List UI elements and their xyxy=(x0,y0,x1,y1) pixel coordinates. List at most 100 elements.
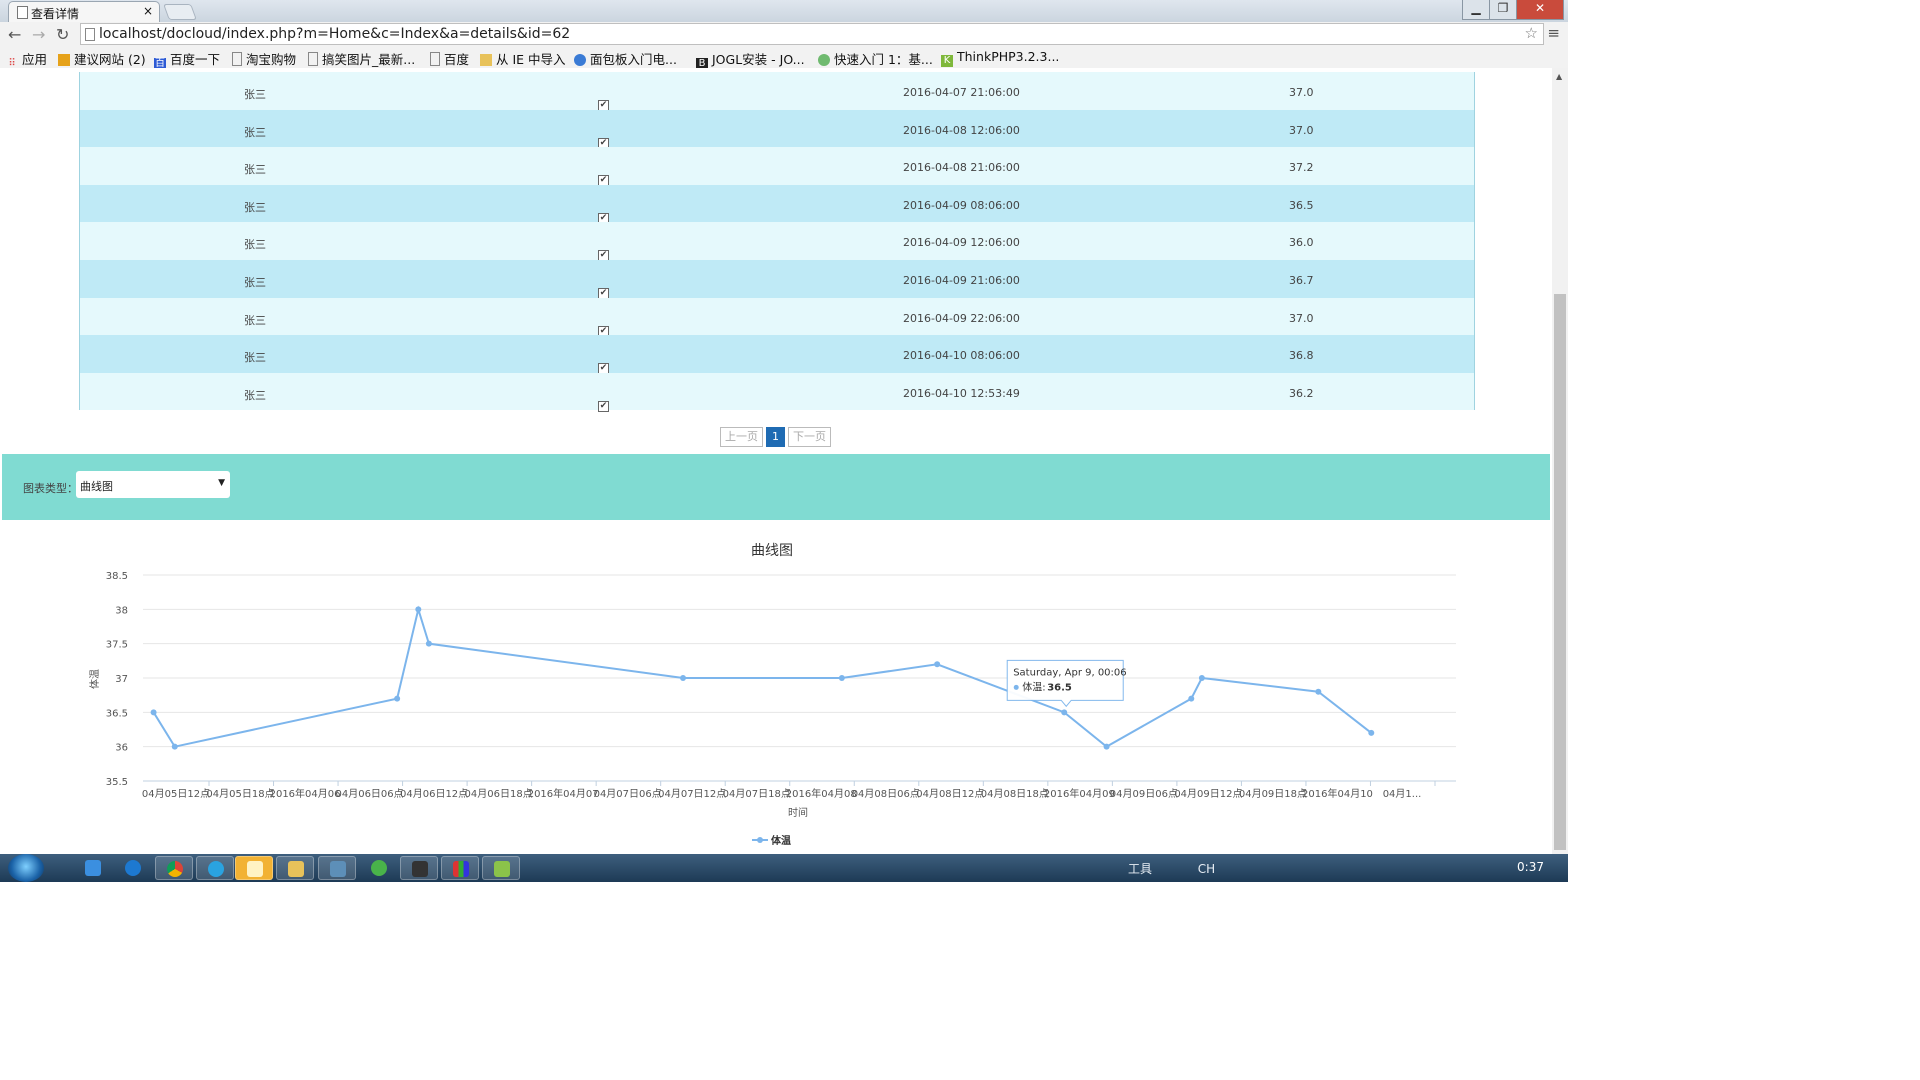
taskbar-app[interactable] xyxy=(441,856,479,880)
taskbar-app[interactable] xyxy=(235,856,273,880)
data-point xyxy=(415,606,422,613)
x-tick-label: 2016年04月10 xyxy=(1302,787,1373,800)
x-tick-label: 04月09日12点 xyxy=(1174,788,1242,800)
bookmark-item[interactable]: B JOGL安装 - JO... xyxy=(696,49,805,70)
taskbar-explorer[interactable] xyxy=(276,856,314,880)
tooltip-value: 36.5 xyxy=(1047,682,1072,693)
bookmark-item[interactable]: 百度 xyxy=(430,49,469,68)
x-tick-label: 04月07日12点 xyxy=(658,788,726,800)
x-tick-label: 04月08日18点 xyxy=(981,788,1049,800)
bookmark-item[interactable]: 快速入门 1：基... xyxy=(818,49,933,68)
y-tick-label: 36.5 xyxy=(106,708,128,719)
browser-icon xyxy=(208,861,224,877)
taskbar-app[interactable] xyxy=(74,856,112,880)
chart-icon xyxy=(453,861,469,877)
scrollbar-thumb[interactable] xyxy=(1554,294,1566,850)
browser-toolbar: ← → ↻ localhost/docloud/index.php?m=Home… xyxy=(0,22,1568,47)
leaf-icon xyxy=(818,54,830,66)
app-icon xyxy=(85,860,101,876)
data-point xyxy=(1188,695,1195,702)
ime-indicator[interactable]: CH xyxy=(1198,862,1215,876)
menu-icon[interactable]: ≡ xyxy=(1547,24,1560,42)
x-tick-label: 04月05日12点 xyxy=(142,788,210,800)
reload-icon[interactable]: ↻ xyxy=(56,25,69,44)
x-tick-label: 04月06日18点 xyxy=(465,788,533,800)
app-icon xyxy=(330,861,346,877)
maximize-button[interactable]: ❐ xyxy=(1489,0,1517,20)
start-button[interactable] xyxy=(8,854,44,882)
system-tray: 工具 CH xyxy=(1128,860,1215,877)
page-icon xyxy=(232,52,242,66)
page-content: 张三 ✔ 2016-04-07 21:06:00 37.0 张三 ✔ 2016-04-08 … xyxy=(0,68,1552,854)
y-tick-label: 36 xyxy=(115,743,128,754)
bookmark-star-icon[interactable]: ☆ xyxy=(1525,24,1538,42)
close-window-button[interactable]: ✕ xyxy=(1516,0,1564,20)
app-icon xyxy=(125,860,141,876)
legend-label[interactable]: 体温 xyxy=(771,834,791,847)
data-point xyxy=(171,743,178,750)
vertical-scrollbar[interactable]: ▲ xyxy=(1552,68,1568,854)
new-tab-button[interactable] xyxy=(163,4,197,20)
bookmark-folder[interactable]: 从 IE 中导入 xyxy=(480,49,566,68)
back-icon[interactable]: ← xyxy=(8,25,21,44)
legend-marker xyxy=(757,837,763,843)
data-point xyxy=(425,640,432,647)
tray-tools-label[interactable]: 工具 xyxy=(1128,862,1152,876)
bookmark-item[interactable]: 百百度一下 xyxy=(154,49,220,70)
browser-titlebar: 查看详情 × ▁ ❐ ✕ xyxy=(0,0,1568,22)
bookmark-item[interactable]: 建议网站 (2) xyxy=(58,49,146,68)
browser-tab[interactable]: 查看详情 × xyxy=(8,1,160,22)
x-tick-label: 04月08日12点 xyxy=(916,788,984,800)
x-tick-label: 04月1... xyxy=(1383,788,1422,800)
folder-icon xyxy=(480,54,492,66)
tooltip-series-label: 体温: xyxy=(1022,681,1045,693)
thinkphp-icon: K xyxy=(941,55,953,67)
data-point xyxy=(1198,675,1205,681)
tab-title: 查看详情 xyxy=(31,7,80,21)
scroll-up-arrow-icon[interactable]: ▲ xyxy=(1556,72,1562,81)
x-tick-label: 04月06日12点 xyxy=(400,788,468,800)
bookmark-item[interactable]: 搞笑图片_最新... xyxy=(308,49,415,68)
x-tick-label: 04月05日18点 xyxy=(206,788,274,800)
chart-title: 曲线图 xyxy=(751,543,793,559)
forward-icon[interactable]: → xyxy=(32,25,45,44)
bookmark-item[interactable]: 淘宝购物 xyxy=(232,49,296,68)
app-icon xyxy=(412,861,428,877)
bookmark-apps[interactable]: ⠿ 应用 xyxy=(6,49,47,70)
taskbar-app[interactable] xyxy=(482,856,520,880)
x-tick-label: 04月06日06点 xyxy=(335,788,403,800)
minimize-button[interactable]: ▁ xyxy=(1462,0,1490,20)
windows-taskbar: 工具 CH 0:37 xyxy=(0,854,1568,882)
page-icon xyxy=(17,6,28,19)
temperature-chart: 曲线图 38.5 38 37.5 37 36.5 36 35.5 04月05日12点04月05日… xyxy=(89,543,1456,847)
data-point xyxy=(838,675,845,681)
bookmarks-bar: ⠿ 应用 建议网站 (2) 百百度一下 淘宝购物 搞笑图片_最新... 百度 从 … xyxy=(0,47,1568,70)
page-icon xyxy=(85,28,95,41)
taskbar-app[interactable] xyxy=(114,856,152,880)
data-point xyxy=(1103,743,1110,750)
taskbar-app[interactable] xyxy=(360,856,398,880)
x-tick-label: 04月08日06点 xyxy=(852,788,920,800)
app-icon xyxy=(247,861,263,877)
y-tick-label: 35.5 xyxy=(106,777,128,788)
x-tick-label: 2016年04月06 xyxy=(270,787,341,800)
taskbar-chrome[interactable] xyxy=(155,856,193,880)
url-text: localhost/docloud/index.php?m=Home&c=Ind… xyxy=(99,26,571,42)
taskbar-app[interactable] xyxy=(318,856,356,880)
taskbar-app[interactable] xyxy=(196,856,234,880)
taskbar-clock[interactable]: 0:37 xyxy=(1517,860,1544,874)
x-tick-label: 2016年04月09 xyxy=(1044,787,1115,800)
x-tick-label: 2016年04月08 xyxy=(786,787,857,800)
x-tick-label: 04月09日06点 xyxy=(1110,788,1178,800)
taskbar-app[interactable] xyxy=(400,856,438,880)
x-tick-label: 04月07日18点 xyxy=(723,788,791,800)
tab-close-icon[interactable]: × xyxy=(143,4,153,18)
address-bar[interactable]: localhost/docloud/index.php?m=Home&c=Ind… xyxy=(80,23,1544,45)
circle-icon xyxy=(574,54,586,66)
bookmark-item[interactable]: 面包板入门电... xyxy=(574,49,677,68)
tooltip-series-marker xyxy=(1013,684,1019,690)
y-axis-title: 体温 xyxy=(89,669,101,689)
tooltip-date: Saturday, Apr 9, 00:06 xyxy=(1013,667,1126,678)
bookmark-item[interactable]: K ThinkPHP3.2.3... xyxy=(941,49,1059,67)
data-point xyxy=(1061,709,1068,716)
